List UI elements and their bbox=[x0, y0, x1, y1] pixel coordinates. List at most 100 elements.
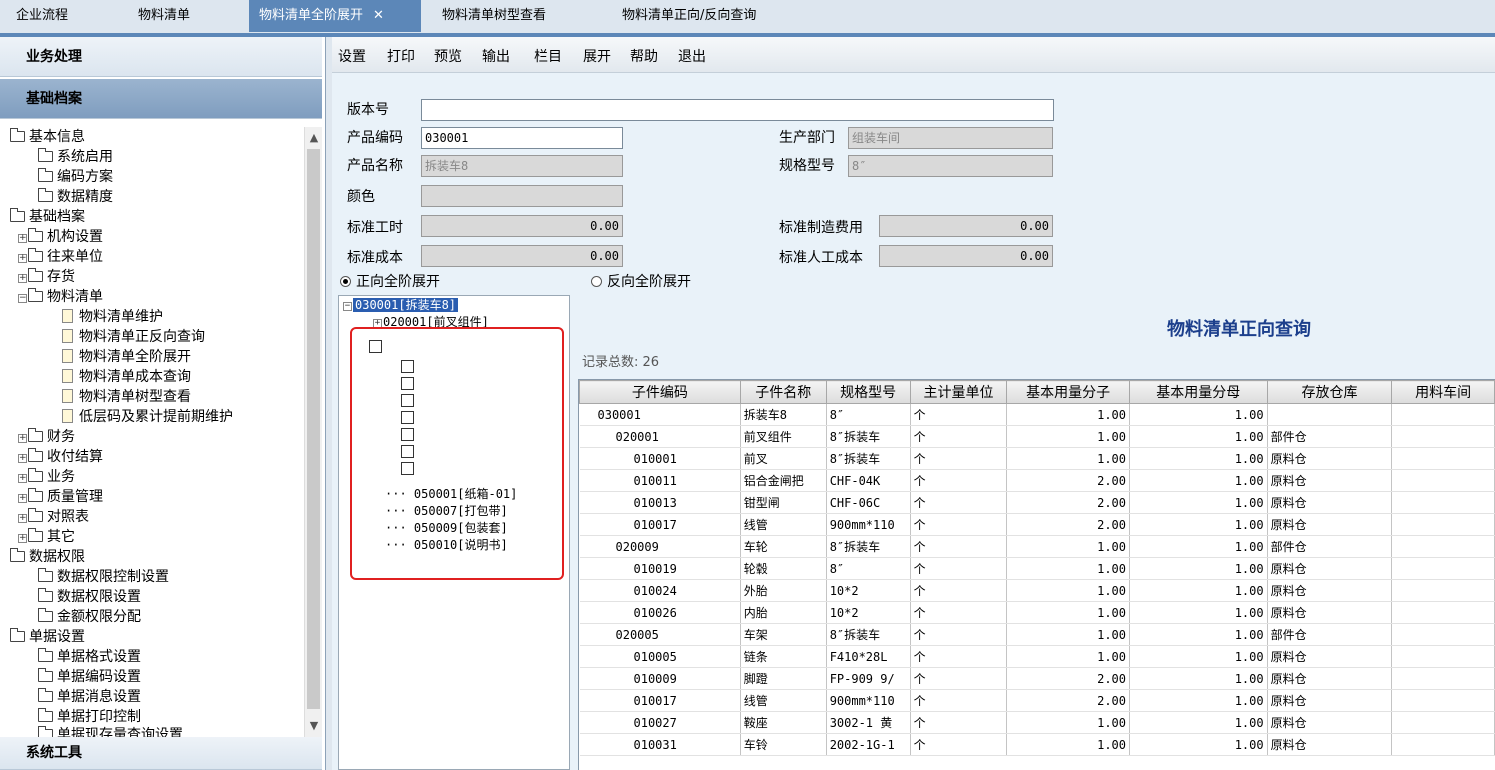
expand-icon[interactable]: + bbox=[18, 234, 27, 243]
sidebar-section-business[interactable]: 业务处理 bbox=[0, 37, 322, 77]
table-row[interactable]: 030001 拆装车8 8″ 个 1.00 1.00 bbox=[579, 403, 1495, 426]
expand-icon[interactable]: + bbox=[18, 494, 27, 503]
table-row[interactable]: 010017 线管 900mm*110 个 2.00 1.00 原料仓 bbox=[579, 689, 1495, 712]
radio-reverse[interactable]: 反向全阶展开 bbox=[591, 272, 691, 292]
table-row[interactable]: 010031 车铃 2002-1G-1 个 1.00 1.00 原料仓 bbox=[579, 733, 1495, 756]
output-button[interactable]: 输出 bbox=[482, 46, 510, 66]
tree-node-partners[interactable]: + 往来单位 bbox=[18, 247, 103, 267]
expand-icon[interactable]: + bbox=[18, 434, 27, 443]
tree-node-bom-tree-view[interactable]: 物料清单树型查看 bbox=[62, 387, 191, 407]
tree-node-finance[interactable]: + 财务 bbox=[18, 427, 75, 447]
table-row[interactable]: 020009 车轮 8″拆装车个 1.00 1.00 部件仓 bbox=[579, 535, 1495, 558]
scroll-up-icon[interactable]: ▲ bbox=[305, 129, 323, 147]
tree-node-doc-message[interactable]: 单据消息设置 bbox=[38, 687, 141, 707]
column-header[interactable]: 基本用量分母 bbox=[1129, 380, 1268, 404]
bom-root-node[interactable]: −030001[拆装车8] bbox=[343, 297, 459, 314]
tree-node-perm-settings[interactable]: 数据权限设置 bbox=[38, 587, 141, 607]
tree-node-doc-stock-query[interactable]: 单据现存量查询设置 bbox=[38, 725, 183, 737]
preview-button[interactable]: 预览 bbox=[434, 46, 462, 66]
tree-node-amount-perm[interactable]: 金额权限分配 bbox=[38, 607, 141, 627]
table-cell: 原料仓 bbox=[1267, 513, 1393, 536]
collapse-icon[interactable]: − bbox=[343, 302, 352, 311]
table-row[interactable]: 010001 前叉 8″拆装车个 1.00 1.00 原料仓 bbox=[579, 447, 1495, 470]
column-header[interactable]: 子件编码 bbox=[579, 380, 741, 404]
expand-icon[interactable]: + bbox=[18, 514, 27, 523]
scroll-down-icon[interactable]: ▼ bbox=[305, 717, 323, 735]
collapse-icon[interactable]: − bbox=[18, 294, 27, 303]
tree-node-business[interactable]: + 业务 bbox=[18, 467, 75, 487]
tree-node-basic-archive[interactable]: 基础档案 bbox=[10, 207, 85, 227]
tree-node-org-settings[interactable]: + 机构设置 bbox=[18, 227, 103, 247]
table-row[interactable]: 010019 轮毂 8″ 个 1.00 1.00 原料仓 bbox=[579, 557, 1495, 580]
tree-label: 物料清单全阶展开 bbox=[79, 349, 191, 365]
table-cell: 900mm*110 bbox=[826, 513, 911, 536]
exit-button[interactable]: 退出 bbox=[678, 46, 706, 66]
folder-icon bbox=[28, 268, 43, 282]
tree-node-doc-format[interactable]: 单据格式设置 bbox=[38, 647, 141, 667]
tree-node-mapping[interactable]: + 对照表 bbox=[18, 507, 89, 527]
print-button[interactable]: 打印 bbox=[387, 46, 415, 66]
table-row[interactable]: 020001 前叉组件 8″拆装车个 1.00 1.00 部件仓 bbox=[579, 425, 1495, 448]
folder-icon bbox=[38, 188, 53, 202]
table-row[interactable]: 010009 脚蹬 FP-909 9/个 2.00 1.00 原料仓 bbox=[579, 667, 1495, 690]
tree-node-data-permission[interactable]: 数据权限 bbox=[10, 547, 85, 567]
column-header[interactable]: 用料车间 bbox=[1391, 380, 1495, 404]
table-row[interactable]: 010017 线管 900mm*110 个 2.00 1.00 原料仓 bbox=[579, 513, 1495, 536]
table-row[interactable]: 010011 铝合金闸把 CHF-04K 个 2.00 1.00 原料仓 bbox=[579, 469, 1495, 492]
tree-node-bom-full-expand[interactable]: 物料清单全阶展开 bbox=[62, 347, 191, 367]
tree-node-basic-info[interactable]: 基本信息 bbox=[10, 127, 85, 147]
expand-icon[interactable]: + bbox=[18, 454, 27, 463]
version-field[interactable] bbox=[421, 99, 1054, 121]
tree-node-doc-print[interactable]: 单据打印控制 bbox=[38, 707, 141, 727]
tree-node-bom[interactable]: − 物料清单 bbox=[18, 287, 103, 307]
close-icon[interactable]: ✕ bbox=[373, 8, 384, 23]
column-header[interactable]: 存放仓库 bbox=[1266, 380, 1393, 404]
table-row[interactable]: 010027 鞍座 3002-1 黄个 1.00 1.00 原料仓 bbox=[579, 711, 1495, 734]
column-header[interactable]: 主计量单位 bbox=[909, 380, 1008, 404]
tab-bom-tree-view[interactable]: 物料清单树型查看 bbox=[432, 0, 556, 32]
column-header[interactable]: 基本用量分子 bbox=[1006, 380, 1130, 404]
settings-button[interactable]: 设置 bbox=[338, 46, 366, 66]
expand-button[interactable]: 展开 bbox=[583, 46, 611, 66]
expand-icon[interactable]: + bbox=[18, 274, 27, 283]
tab-bom-query[interactable]: 物料清单正向/反向查询 bbox=[612, 0, 766, 32]
columns-button[interactable]: 栏目 bbox=[534, 46, 562, 66]
sidebar-section-basic[interactable]: 基础档案 bbox=[0, 79, 322, 119]
column-header[interactable]: 子件名称 bbox=[739, 380, 827, 404]
tree-node-perm-control[interactable]: 数据权限控制设置 bbox=[38, 567, 169, 587]
table-row[interactable]: 020005 车架 8″拆装车个 1.00 1.00 部件仓 bbox=[579, 623, 1495, 646]
product-code-field[interactable]: 030001 bbox=[421, 127, 623, 149]
tree-node-coding-scheme[interactable]: 编码方案 bbox=[38, 167, 113, 187]
table-cell: 钳型闸 bbox=[740, 491, 827, 514]
tree-node-bom-maintain[interactable]: 物料清单维护 bbox=[62, 307, 163, 327]
tree-node-data-precision[interactable]: 数据精度 bbox=[38, 187, 113, 207]
tree-node-system-enable[interactable]: 系统启用 bbox=[38, 147, 113, 167]
tree-node-settlement[interactable]: + 收付结算 bbox=[18, 447, 103, 467]
table-row[interactable]: 010013 钳型闸 CHF-06C 个 2.00 1.00 原料仓 bbox=[579, 491, 1495, 514]
sidebar-scrollbar[interactable]: ▲ ▼ bbox=[304, 127, 322, 737]
table-row[interactable]: 010026 内胎 10*2 个 1.00 1.00 原料仓 bbox=[579, 601, 1495, 624]
column-header[interactable]: 规格型号 bbox=[825, 380, 911, 404]
tree-node-bom-query[interactable]: 物料清单正反向查询 bbox=[62, 327, 205, 347]
tree-node-doc-coding[interactable]: 单据编码设置 bbox=[38, 667, 141, 687]
tab-bom[interactable]: 物料清单 bbox=[128, 0, 200, 32]
tree-node-quality[interactable]: + 质量管理 bbox=[18, 487, 103, 507]
expand-icon[interactable]: + bbox=[18, 534, 27, 543]
table-row[interactable]: 010024 外胎 10*2 个 1.00 1.00 原料仓 bbox=[579, 579, 1495, 602]
sidebar-section-tools[interactable]: 系统工具 bbox=[0, 737, 322, 770]
table-cell bbox=[1391, 601, 1495, 624]
table-cell: 8″拆装车 bbox=[826, 623, 911, 646]
help-button[interactable]: 帮助 bbox=[630, 46, 658, 66]
scrollbar-thumb[interactable] bbox=[307, 149, 320, 709]
tab-enterprise-process[interactable]: 企业流程 bbox=[6, 0, 78, 32]
expand-icon[interactable]: + bbox=[18, 254, 27, 263]
tree-node-low-level-code[interactable]: 低层码及累计提前期维护 bbox=[62, 407, 233, 427]
radio-forward[interactable]: 正向全阶展开 bbox=[340, 272, 440, 292]
expand-icon[interactable]: + bbox=[18, 474, 27, 483]
table-row[interactable]: 010005 链条 F410*28L 个 1.00 1.00 原料仓 bbox=[579, 645, 1495, 668]
tree-node-doc-settings[interactable]: 单据设置 bbox=[10, 627, 85, 647]
tree-node-other[interactable]: + 其它 bbox=[18, 527, 75, 547]
tree-node-bom-cost[interactable]: 物料清单成本查询 bbox=[62, 367, 191, 387]
tab-bom-full-expand[interactable]: 物料清单全阶展开 ✕ bbox=[249, 0, 421, 32]
tree-node-inventory[interactable]: + 存货 bbox=[18, 267, 75, 287]
